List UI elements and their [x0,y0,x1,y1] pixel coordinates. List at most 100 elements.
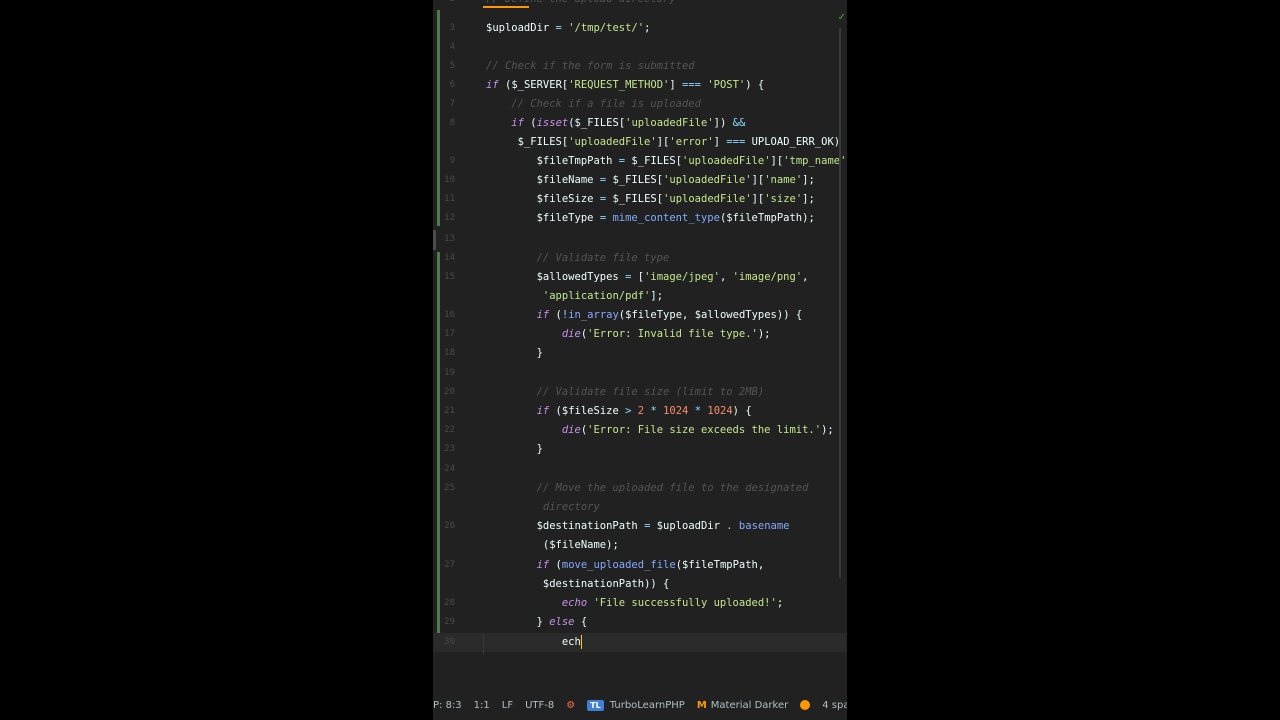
code-line[interactable]: 29 } else { [433,613,847,632]
code-line[interactable]: 10 $fileName = $_FILES['uploadedFile']['… [433,171,847,190]
code-text: ($fileName); [486,539,619,551]
status-theme[interactable]: M Material Darker [697,700,788,711]
line-number: 10 [444,175,455,185]
code-line[interactable]: 21 if ($fileSize > 2 * 1024 * 1024) { [433,402,847,421]
code-text: if (!in_array($fileType, $allowedTypes))… [536,309,803,321]
line-number: 12 [444,213,455,223]
code-line[interactable]: 11 $fileSize = $_FILES['uploadedFile']['… [433,190,847,209]
status-encoding[interactable]: UTF-8 [525,700,554,711]
code-line[interactable]: 13 [433,230,847,249]
code-line[interactable]: 7 // Check if a file is uploaded [433,95,847,114]
code-text: // Define the upload directory [486,0,676,9]
code-text: // Check if a file is uploaded [511,98,701,110]
line-number: 22 [444,425,455,435]
code-line[interactable]: 17 die('Error: Invalid file type.'); [433,325,847,344]
code-text: $fileType = mime_content_type($fileTmpPa… [536,212,815,224]
code-text: ech [486,635,582,649]
code-line[interactable]: 18 } [433,344,847,363]
code-line[interactable]: 2 // Define the upload directory [433,0,847,9]
line-number: 15 [444,272,455,282]
code-line[interactable]: $_FILES['uploadedFile']['error'] === UPL… [433,133,847,152]
code-line[interactable]: 14 // Validate file type [433,249,847,268]
line-number: 9 [449,156,455,166]
material-theme-icon: M [696,699,707,711]
line-number: 7 [449,99,455,109]
code-line[interactable]: 28 echo 'File successfully uploaded!'; [433,594,847,613]
code-text: $_FILES['uploadedFile']['error'] === UPL… [517,136,847,148]
code-line[interactable]: 9 $fileTmpPath = $_FILES['uploadedFile']… [433,152,847,171]
code-text: $fileName = $_FILES['uploadedFile']['nam… [536,174,815,186]
settings-gear-icon[interactable]: ⚙ [566,700,575,711]
line-number: 26 [444,521,455,531]
status-indicator[interactable] [800,700,811,710]
line-number: 2 [433,0,455,9]
line-number: 24 [444,464,455,474]
code-line[interactable]: 15 $allowedTypes = ['image/jpeg', 'image… [433,268,847,287]
indent-guide [483,634,484,654]
status-cursor[interactable]: 1:1 [474,700,490,711]
code-text: $destinationPath = $uploadDir . basename [536,520,790,532]
code-text: // Check if the form is submitted [486,60,695,72]
line-number: 20 [444,387,455,397]
code-text: // Validate file size (limit to 2MB) [536,386,765,398]
code-text: $fileTmpPath = $_FILES['uploadedFile']['… [536,155,847,167]
line-number: 5 [449,61,455,71]
code-line[interactable]: 22 die('Error: File size exceeds the lim… [433,421,847,440]
code-line[interactable]: 23 } [433,440,847,459]
code-line[interactable]: 8 if (isset($_FILES['uploadedFile']) && [433,114,847,133]
code-text: } else { [486,616,588,628]
code-text: if (isset($_FILES['uploadedFile']) && [511,117,746,129]
line-number: 14 [444,253,455,263]
code-text: $fileSize = $_FILES['uploadedFile']['siz… [536,193,815,205]
status-bar: P: 8:3 1:1 LF UTF-8 ⚙ TL TurboLearnPHP M… [433,692,847,718]
code-text: $destinationPath)) { [542,578,670,590]
line-number: 25 [444,483,455,493]
status-position[interactable]: P: 8:3 [433,700,462,711]
line-number: 28 [444,598,455,608]
code-line[interactable]: 27 if (move_uploaded_file($fileTmpPath, [433,556,847,575]
code-line[interactable]: 6 if ($_SERVER['REQUEST_METHOD'] === 'POS… [433,76,847,95]
code-line[interactable]: 25 // Move the uploaded file to the desi… [433,479,847,498]
code-text: if (move_uploaded_file($fileTmpPath, [536,559,765,571]
code-line[interactable]: 4 [433,38,847,57]
code-line[interactable]: 'application/pdf']; [433,287,847,306]
line-number: 19 [444,368,455,378]
code-line[interactable]: directory [433,498,847,517]
code-line[interactable]: ($fileName); [433,536,847,555]
code-editor-window: ✓ 2// Define the upload directory3$uploa… [433,0,847,720]
code-text: } [486,443,543,455]
line-number: 3 [449,23,455,33]
line-number: 8 [449,118,455,128]
code-line[interactable]: 5 // Check if the form is submitted [433,57,847,76]
line-number: 23 [444,444,455,454]
plugin-name: TurboLearnPHP [609,699,685,711]
line-number: 30 [444,637,455,647]
status-indent[interactable]: 4 spaces [822,700,847,711]
line-number: 29 [444,617,455,627]
status-line-ending[interactable]: LF [502,700,513,711]
vertical-scrollbar[interactable] [839,28,841,578]
code-text: die('Error: Invalid file type.'); [561,328,771,340]
code-text: if ($fileSize > 2 * 1024 * 1024) { [536,405,752,417]
code-line[interactable]: 20 // Validate file size (limit to 2MB) [433,383,847,402]
code-line[interactable]: 19 [433,364,847,383]
status-dot-icon [800,700,811,710]
code-text: $uploadDir = '/tmp/test/'; [486,22,651,34]
code-line[interactable]: 30 ech [433,633,847,652]
code-text: } [486,347,543,359]
line-number: 6 [449,80,455,90]
code-line[interactable]: 3 $uploadDir = '/tmp/test/'; [433,19,847,38]
status-plugin[interactable]: TL TurboLearnPHP [587,699,685,711]
code-line[interactable]: 16 if (!in_array($fileType, $allowedType… [433,306,847,325]
code-text: directory [542,501,600,513]
code-text: // Move the uploaded file to the designa… [536,482,809,494]
code-line[interactable]: 12 $fileType = mime_content_type($fileTm… [433,209,847,228]
code-line[interactable]: 26 $destinationPath = $uploadDir . basen… [433,517,847,536]
code-text: echo 'File successfully uploaded!'; [561,597,784,609]
code-text: die('Error: File size exceeds the limit.… [561,424,834,436]
line-number: 11 [444,194,455,204]
line-number: 17 [444,329,455,339]
code-line[interactable]: 24 [433,460,847,479]
line-number: 13 [444,234,455,244]
code-line[interactable]: $destinationPath)) { [433,575,847,594]
